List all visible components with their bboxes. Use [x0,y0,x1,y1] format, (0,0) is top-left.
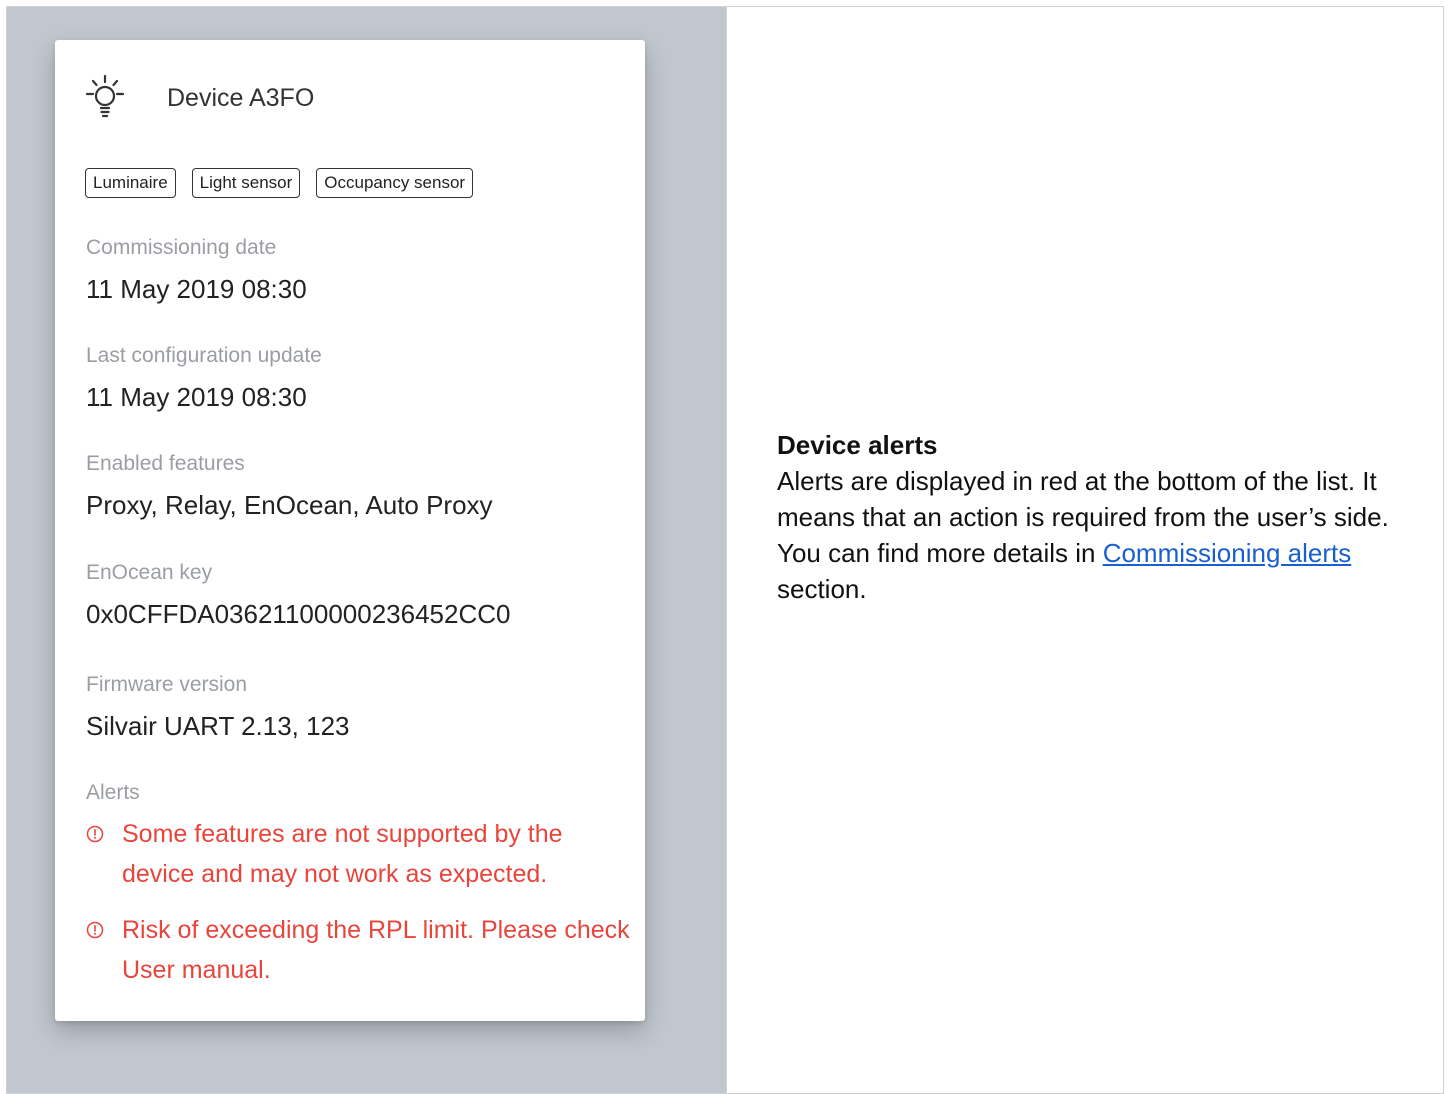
device-details-card: Device A3FO Luminaire Light sensor Occup… [55,40,645,1021]
tag-luminaire: Luminaire [85,168,176,198]
screenshot-panel: Device A3FO Luminaire Light sensor Occup… [7,7,727,1093]
field-value: Proxy, Relay, EnOcean, Auto Proxy [86,490,493,520]
device-title: Device A3FO [167,83,315,112]
field-enocean-key: EnOcean key 0x0CFFDA03621100000236452CC0 [86,560,510,630]
lightbulb-icon [85,74,125,118]
alert-circle-icon [86,825,104,843]
field-value: 11 May 2019 08:30 [86,382,307,412]
alert-item: Some features are not supported by the d… [86,814,631,894]
alert-text: Some features are not supported by the d… [122,820,563,888]
page-frame: Device A3FO Luminaire Light sensor Occup… [6,6,1444,1094]
tag-occupancy-sensor: Occupancy sensor [316,168,474,198]
field-commissioning-date: Commissioning date 11 May 2019 08:30 [86,235,307,305]
note-body: Alerts are displayed in red at the botto… [777,463,1427,607]
field-last-configuration-update: Last configuration update 11 May 2019 08… [86,343,322,413]
alert-text: Risk of exceeding the RPL limit. Please … [122,916,630,984]
device-tags: Luminaire Light sensor Occupancy sensor [85,168,474,198]
alert-circle-icon [86,921,104,939]
field-label: Firmware version [86,673,248,696]
field-label: Enabled features [86,452,245,475]
field-label: Commissioning date [86,236,277,259]
field-label: EnOcean key [86,561,213,584]
note-suffix: section. [777,574,867,604]
alert-item: Risk of exceeding the RPL limit. Please … [86,910,631,990]
field-enabled-features: Enabled features Proxy, Relay, EnOcean, … [86,451,493,521]
field-value: 11 May 2019 08:30 [86,274,307,304]
commissioning-alerts-link[interactable]: Commissioning alerts [1103,538,1352,568]
field-firmware-version: Firmware version Silvair UART 2.13, 123 [86,672,350,742]
card-header: Device A3FO [85,74,314,122]
field-label: Last configuration update [86,344,322,367]
note-title: Device alerts [777,430,938,460]
field-value: 0x0CFFDA03621100000236452CC0 [86,599,511,629]
alerts-label: Alerts [86,781,140,804]
tag-light-sensor: Light sensor [191,168,301,198]
description-panel: Device alerts Alerts are displayed in re… [727,7,1443,1093]
description-note: Device alerts Alerts are displayed in re… [777,427,1427,607]
field-value: Silvair UART 2.13, 123 [86,711,350,741]
